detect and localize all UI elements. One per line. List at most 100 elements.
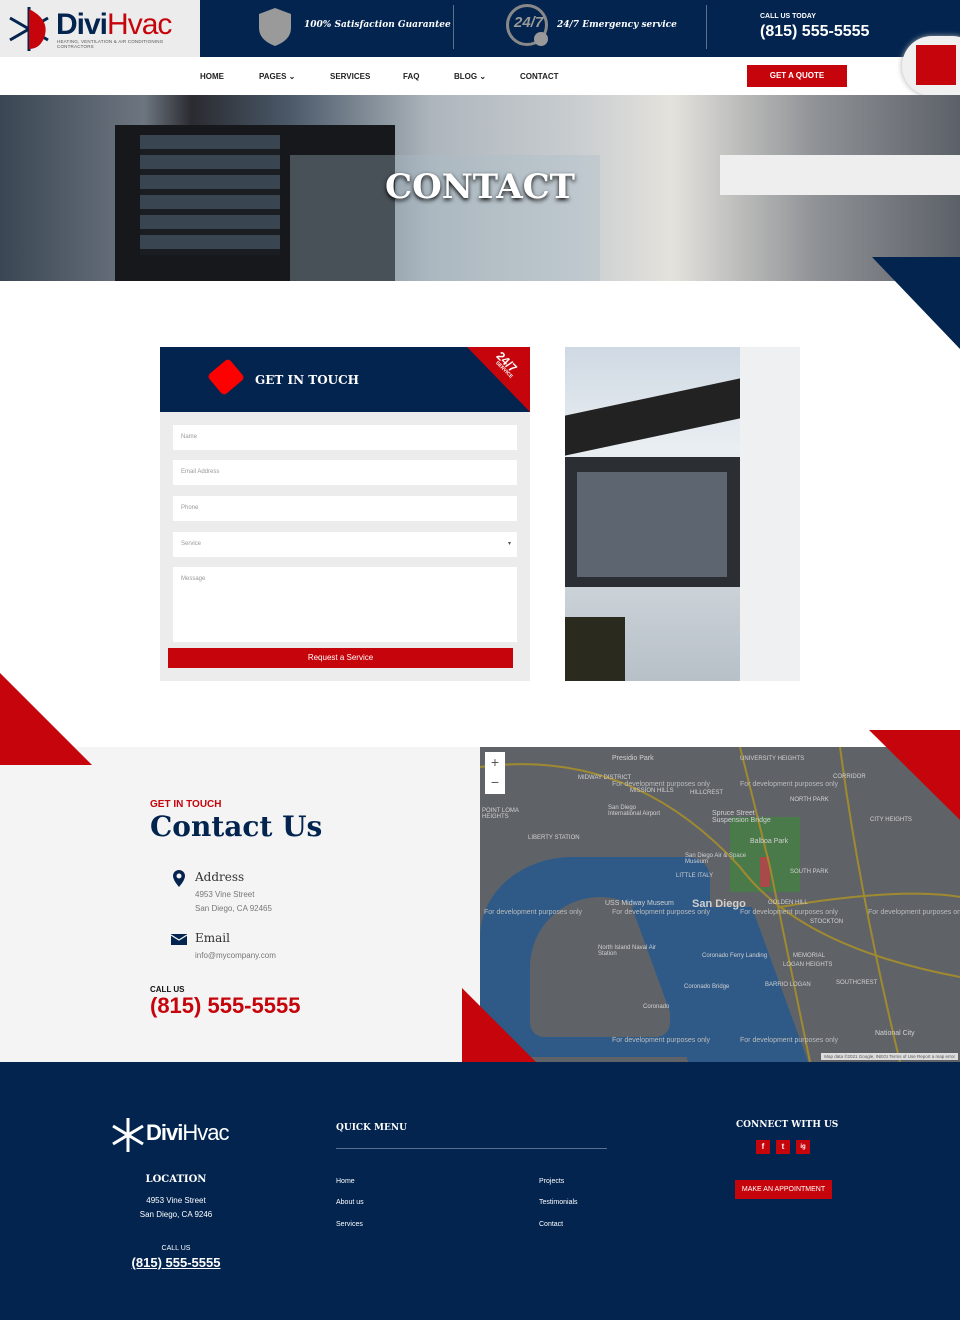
request-service-button[interactable]: Request a Service [168,648,513,668]
chevron-down-icon: ▾ [507,541,511,547]
map-watermark: For development purposes only [612,909,711,916]
nav-home[interactable]: HOME [200,72,224,81]
envelope-icon [171,934,187,945]
map-label: NORTH PARK [790,797,829,803]
map-label: HILLCREST [690,790,724,796]
logo-main-text: Divi [56,8,108,41]
map-watermark: For development purposes only [740,909,839,916]
service-select[interactable]: Service ▾ [173,532,517,557]
footer-link-contact[interactable]: Contact [539,1221,563,1228]
decor-triangle [0,673,92,765]
footer-link-home[interactable]: Home [336,1178,355,1185]
contact-phone[interactable]: (815) 555-5555 [150,993,300,1019]
address-line1: 4953 Vine Street [195,890,255,899]
footer-link-testimonials[interactable]: Testimonials [539,1199,578,1206]
map-label: San Diego International Airport [608,805,661,817]
footer-location-title: LOCATION [145,1174,207,1185]
instagram-icon[interactable]: ig [796,1140,810,1154]
map-watermark: For development purposes only [612,781,711,788]
call-label: CALL US TODAY [760,13,816,20]
map-label: Presidio Park [612,755,654,762]
nav-faq[interactable]: FAQ [403,72,419,81]
map-label: LIBERTY STATION [528,835,580,841]
phone-input[interactable]: Phone [173,496,517,521]
nav-blog[interactable]: BLOG ⌄ [454,72,486,81]
divider [336,1148,607,1149]
map-label: USS Midway Museum [605,900,674,907]
email-input[interactable]: Email Address [173,460,517,485]
zoom-out-button[interactable]: − [485,772,505,792]
map-label: North Island Naval Air Station [598,945,657,957]
map-label: LOGAN HEIGHTS [783,962,833,968]
twitter-icon[interactable]: t [776,1140,790,1154]
name-input[interactable]: Name [173,425,517,450]
make-appointment-button[interactable]: MAKE AN APPOINTMENT [735,1180,832,1199]
decor-triangle [872,257,960,349]
nav-contact[interactable]: CONTACT [520,72,559,81]
map-label: Coronado [643,1004,670,1010]
decor-triangle [869,730,960,820]
map-label: Coronado Ferry Landing [702,953,768,959]
logo-tagline: HEATING, VENTILATION & AIR CONDITIONING … [57,39,164,49]
footer-link-projects[interactable]: Projects [539,1178,564,1185]
email-link[interactable]: info@mycompany.com [195,951,276,960]
decor-triangle [462,988,536,1062]
contact-title: Contact Us [150,810,323,843]
footer-link-services[interactable]: Services [336,1221,363,1228]
zoom-in-button[interactable]: + [485,752,505,772]
address-label: Address [195,870,245,884]
email-label: Email [195,931,230,945]
message-textarea[interactable]: Message [173,567,517,642]
map-label: POINT LOMA HEIGHTS [482,808,519,820]
connect-title: CONNECT WITH US [736,1120,839,1130]
logo[interactable]: DiviHvac HEATING, VENTILATION & AIR COND… [0,0,200,57]
map-label: SOUTHCREST [836,980,878,986]
map-label: MEMORIAL [793,953,826,959]
shield-icon [259,8,291,46]
footer-address-line1: 4953 Vine Street [146,1196,206,1205]
facebook-icon[interactable]: f [756,1140,770,1154]
nav-pages[interactable]: PAGES ⌄ [259,72,295,81]
contact-eyebrow: GET IN TOUCH [150,799,222,810]
map-watermark: For development purposes only [868,909,960,916]
tag-icon [206,358,246,396]
map-label: BARRIO LOGAN [765,982,811,988]
map-label: Coronado Bridge [684,984,730,990]
footer-address-line2: San Diego, CA 9246 [139,1210,213,1219]
clock-24-7-icon: 24/7 [506,4,548,46]
emergency-service: 24/7 Emergency service [557,20,677,30]
divider [453,5,454,49]
page-title: CONTACT [385,167,575,207]
footer-link-about[interactable]: About us [336,1199,364,1206]
map-label: CORRIDOR [833,774,866,780]
header-phone[interactable]: (815) 555-5555 [760,23,869,41]
map-label: STOCKTON [810,919,844,925]
footer-call-label: CALL US [161,1245,191,1252]
hero-banner: CONTACT [0,95,960,281]
map-watermark: For development purposes only [484,909,583,916]
address-line2: San Diego, CA 92465 [195,904,272,913]
nav-services[interactable]: SERVICES [330,72,370,81]
floating-widget[interactable] [902,36,960,96]
map-label: National City [875,1030,915,1037]
map-label: MISSION HILLS [630,788,674,794]
snowflake-flame-icon [9,7,49,51]
map-label: San Diego Air & Space Museum [685,853,747,865]
map-watermark: For development purposes only [740,1037,839,1044]
map-attribution[interactable]: Map data ©2021 Google, INEGI Terms of Us… [821,1053,958,1060]
map-label: GOLDEN HILL [768,900,808,906]
map-label: UNIVERSITY HEIGHTS [740,756,805,762]
map-pin-icon [173,870,185,887]
map-watermark: For development purposes only [740,781,839,788]
map-zoom-controls: + − [485,752,505,794]
satisfaction-guarantee: 100% Satisfaction Guarantee [304,20,451,30]
map-label: SOUTH PARK [790,869,829,875]
logo-accent-text: Hvac [107,8,172,41]
footer-phone[interactable]: (815) 555-5555 [0,1255,352,1270]
get-quote-button[interactable]: GET A QUOTE [747,65,847,87]
form-title: GET IN TOUCH [255,373,359,387]
quick-menu-title: QUICK MENU [336,1123,407,1133]
map-label: LITTLE ITALY [676,873,714,879]
form-header: GET IN TOUCH 24/7 SERVICE [160,347,530,412]
map-watermark: For development purposes only [612,1037,711,1044]
